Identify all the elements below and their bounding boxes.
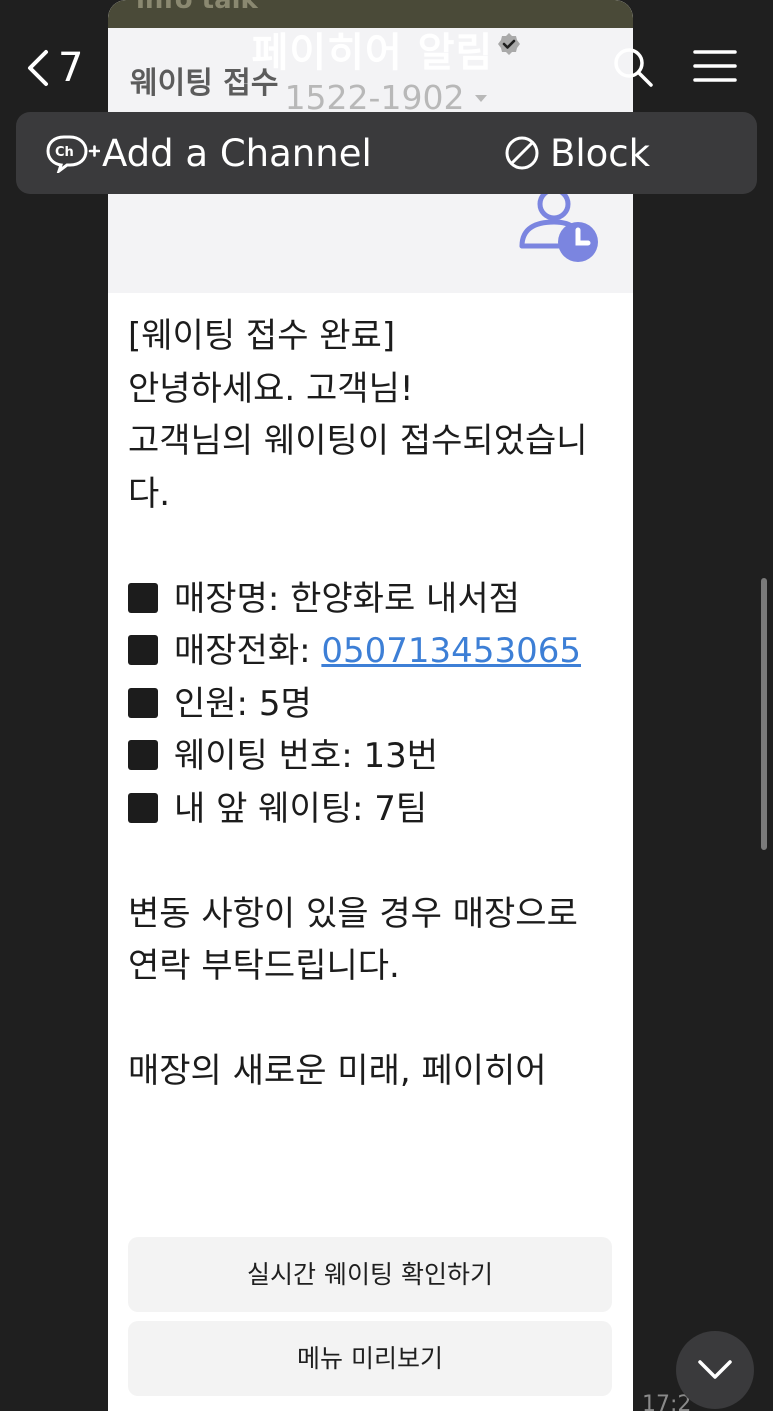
message-title: [웨이팅 접수 완료] [128,316,396,356]
detail-party-size: 인원: 5명 [128,678,618,731]
message-card: info talk 웨이팅 접수 [웨이팅 접수 완료] 안녕하세요. 고객님! 고… [108,0,633,1411]
chat-header: 7 페이히어 알림 1522-1902 [0,0,773,117]
bullet-square-icon [128,582,158,613]
waiting-number-label: 웨이팅 번호: [174,736,364,776]
chat-screen: info talk 웨이팅 접수 [웨이팅 접수 완료] 안녕하세요. 고객님! 고… [0,0,773,1411]
channel-action-bar: Ch Add a Channel Block [16,112,757,194]
detail-waiting-number: 웨이팅 번호: 13번 [128,730,618,783]
bullet-square-icon [128,740,158,770]
bullet-square-icon [128,792,158,823]
menu-preview-button[interactable]: 메뉴 미리보기 [128,1321,612,1396]
store-name-value: 한양화로 내서점 [290,578,520,619]
scrollbar[interactable] [761,578,767,850]
user-clock-icon [519,187,598,262]
title-area[interactable]: 페이히어 알림 1522-1902 [0,20,773,117]
waiting-number-value: 13번 [363,736,439,776]
add-channel-button[interactable]: Ch Add a Channel [46,112,372,194]
verified-badge-icon [498,33,521,55]
scroll-to-bottom-button[interactable] [676,1331,754,1409]
bullet-square-icon [128,635,158,665]
bullet-square-icon [128,687,158,718]
channel-add-icon: Ch [46,135,100,173]
message-notice: 변동 사항이 있을 경우 매장으로 연락 부탁드립니다. [128,893,589,987]
caret-down-icon [475,95,488,102]
store-phone-label: 매장전화: [174,631,322,671]
message-intro: 고객님의 웨이팅이 접수되었습니다. [128,421,588,514]
teams-ahead-label: 내 앞 웨이팅: [174,788,375,829]
message-closing: 매장의 새로운 미래, 페이히어 [128,1051,547,1091]
store-name-label: 매장명: [174,578,291,619]
block-button[interactable]: Block [504,112,650,194]
realtime-waiting-button[interactable]: 실시간 웨이팅 확인하기 [128,1237,612,1312]
party-size-label: 인원: [174,683,259,724]
message-greeting: 안녕하세요. 고객님! [128,368,414,409]
chevron-down-icon [698,1360,732,1379]
block-icon [505,136,539,170]
hamburger-menu-icon[interactable] [692,48,738,84]
party-size-value: 5명 [258,683,312,724]
store-phone-link[interactable]: 050713453065 [321,631,581,671]
channel-name: 페이히어 알림 [251,30,494,76]
detail-teams-ahead: 내 앞 웨이팅: 7팀 [128,783,618,836]
detail-store-phone: 매장전화: 050713453065 [128,625,618,678]
block-label: Block [550,131,651,175]
detail-store-name: 매장명: 한양화로 내서점 [128,573,618,626]
teams-ahead-value: 7팀 [374,788,428,829]
message-body: [웨이팅 접수 완료] 안녕하세요. 고객님! 고객님의 웨이팅이 접수되었습니다.… [128,310,618,1098]
svg-text:Ch: Ch [55,145,74,160]
add-channel-label: Add a Channel [102,131,372,175]
search-icon[interactable] [612,46,654,88]
